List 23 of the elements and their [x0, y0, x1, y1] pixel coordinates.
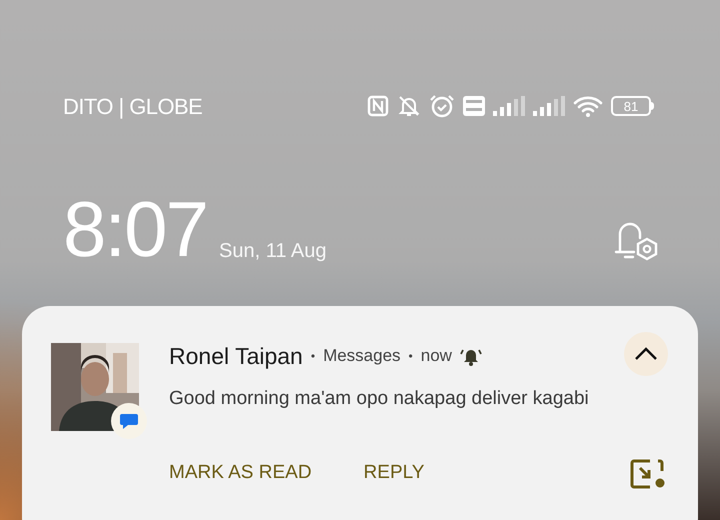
app-name: Messages: [323, 345, 401, 368]
timestamp: now: [420, 345, 452, 368]
separator-dot: •: [310, 348, 316, 365]
app-badge-icon: [111, 403, 147, 439]
notification-card[interactable]: Ronel Taipan • Messages • now Good morning ma'am opo nakapag deliver kagabi MARK AS READ REPLY: [22, 306, 698, 520]
muted-bell-icon: [397, 94, 421, 118]
picture-in-picture-icon[interactable]: [630, 458, 666, 490]
signal-icon: [493, 96, 525, 116]
nfc-icon: [367, 95, 389, 117]
alarm-icon: [429, 94, 455, 118]
message-text: Good morning ma'am opo nakapag deliver kagabi: [169, 387, 590, 411]
wifi-icon: [573, 95, 603, 117]
chevron-up-icon: [634, 347, 658, 361]
action-button[interactable]: MARK AS READ: [169, 459, 312, 488]
collapse-button[interactable]: [624, 332, 668, 376]
signal-icon: [533, 96, 565, 116]
carrier-name: DITO | GLOBE: [63, 92, 202, 121]
separator-dot: •: [408, 348, 413, 365]
battery-icon: 81: [611, 96, 654, 116]
action-button[interactable]: REPLY: [364, 459, 424, 488]
clock-time: 8:07: [63, 190, 208, 268]
date-label: Sun, 11 Aug: [219, 239, 327, 264]
sender-name: Ronel Taipan: [169, 342, 303, 371]
